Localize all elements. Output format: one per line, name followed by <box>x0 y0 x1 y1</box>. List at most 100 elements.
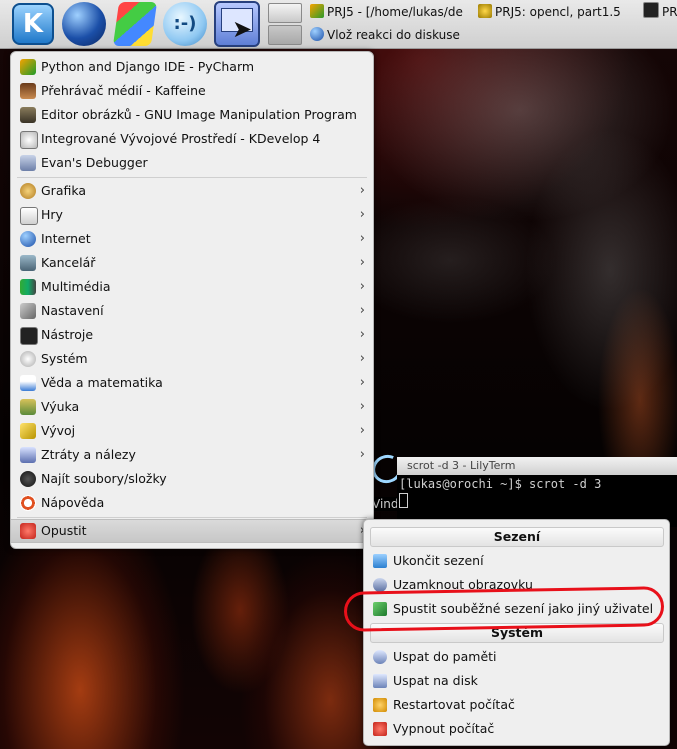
terminal-cursor <box>399 493 408 508</box>
menu-category-nastroje[interactable]: Nástroje › <box>11 323 373 347</box>
menu-item-find-files[interactable]: Najít soubory/složky <box>11 467 373 491</box>
menu-item-label: Nápověda <box>41 495 105 510</box>
pointer-screen-icon[interactable]: ➤ <box>214 1 260 47</box>
menu-item-label: Uspat na disk <box>393 673 478 688</box>
pycharm-icon <box>20 59 36 75</box>
menu-item-suspend-ram[interactable]: Uspat do paměti <box>364 645 669 669</box>
menu-item-label: Integrované Vývojové Prostředí - KDevelo… <box>41 131 321 146</box>
menu-item-label: Kancelář <box>41 255 96 270</box>
chat-bubble-icon[interactable]: :-) <box>163 2 207 46</box>
menu-item-kaffeine[interactable]: Přehrávač médií - Kaffeine <box>11 79 373 103</box>
kaffeine-icon <box>20 83 36 99</box>
terminal-prompt-line: [lukas@orochi ~]$ scrot -d 3 <box>399 477 602 491</box>
taskbar: K :-) ➤ PRJ5 - [/home/lukas/de PRJ5: ope… <box>0 0 677 49</box>
menu-category-kancelar[interactable]: Kancelář › <box>11 251 373 275</box>
firefox-globe-icon[interactable] <box>62 2 106 46</box>
terminal-icon <box>643 2 659 18</box>
windows-logo-icon[interactable] <box>112 2 158 46</box>
menu-item-restart[interactable]: Restartovat počítač <box>364 693 669 717</box>
menu-item-label: Internet <box>41 231 91 246</box>
task-label: PRJ5 - [/home/lukas/de <box>327 5 463 19</box>
menu-item-label: Systém <box>41 351 88 366</box>
menu-item-label: Uspat do paměti <box>393 649 497 664</box>
menu-category-vyuka[interactable]: Výuka › <box>11 395 373 419</box>
graphics-icon <box>20 183 36 199</box>
task-pycharm[interactable]: PRJ5 - [/home/lukas/de <box>308 2 468 22</box>
terminal-titlebar[interactable]: scrot -d 3 - LilyTerm <box>397 457 677 475</box>
suspend-ram-icon <box>373 650 387 664</box>
menu-item-evans-debugger[interactable]: Evan's Debugger <box>11 151 373 175</box>
restart-icon <box>373 698 387 712</box>
education-icon <box>20 399 36 415</box>
menu-item-label: Vypnout počítač <box>393 721 495 736</box>
menu-category-internet[interactable]: Internet › <box>11 227 373 251</box>
menu-item-shutdown[interactable]: Vypnout počítač <box>364 717 669 741</box>
cursor-arrow-icon: ➤ <box>232 15 253 43</box>
firefox-globe-icon <box>310 27 324 41</box>
menu-item-label: Multimédia <box>41 279 111 294</box>
submenu-arrow-icon: › <box>359 399 365 414</box>
task-terminal[interactable]: PRJ <box>641 2 677 22</box>
lock-screen-icon <box>373 578 387 592</box>
submenu-arrow-icon: › <box>359 303 365 318</box>
menu-item-label: Opustit <box>41 523 87 538</box>
binoculars-icon <box>20 471 36 487</box>
gimp-icon <box>20 107 36 123</box>
logout-icon <box>373 554 387 568</box>
debugger-icon <box>20 155 36 171</box>
menu-item-label: Nastavení <box>41 303 104 318</box>
internet-icon <box>20 231 36 247</box>
menu-item-pycharm[interactable]: Python and Django IDE - PyCharm <box>11 55 373 79</box>
menu-item-help[interactable]: Nápověda <box>11 491 373 515</box>
application-menu: Python and Django IDE - PyCharm Přehráva… <box>10 51 374 549</box>
settings-icon <box>20 303 36 319</box>
kde-kmenu-icon[interactable]: K <box>12 3 54 45</box>
help-icon <box>20 495 36 511</box>
menu-item-gimp[interactable]: Editor obrázků - GNU Image Manipulation … <box>11 103 373 127</box>
menu-category-vyvoj[interactable]: Vývoj › <box>11 419 373 443</box>
menu-item-label: Vývoj <box>41 423 76 438</box>
submenu-arrow-icon: › <box>359 231 365 246</box>
kdevelop-icon <box>20 131 38 149</box>
submenu-arrow-icon: › <box>359 375 365 390</box>
task-kdevelop[interactable]: PRJ5: opencl, part1.5 <box>476 2 636 22</box>
menu-item-label: Evan's Debugger <box>41 155 148 170</box>
section-header-session: Sezení <box>370 527 664 547</box>
menu-item-label: Editor obrázků - GNU Image Manipulation … <box>41 107 357 122</box>
menu-category-multimedia[interactable]: Multimédia › <box>11 275 373 299</box>
menu-item-hibernate[interactable]: Uspat na disk <box>364 669 669 693</box>
submenu-arrow-icon: › <box>359 351 365 366</box>
menu-separator <box>17 517 367 518</box>
desktop-pager-1[interactable] <box>268 3 302 23</box>
menu-category-grafika[interactable]: Grafika › <box>11 179 373 203</box>
science-icon <box>20 375 36 391</box>
system-icon <box>20 351 36 367</box>
menu-item-label: Najít soubory/složky <box>41 471 167 486</box>
menu-item-quit[interactable]: Opustit› <box>11 519 373 543</box>
menu-item-logout[interactable]: Ukončit sezení <box>364 549 669 573</box>
development-icon <box>20 423 36 439</box>
menu-category-system[interactable]: Systém › <box>11 347 373 371</box>
menu-item-kdevelop[interactable]: Integrované Vývojové Prostředí - KDevelo… <box>11 127 373 151</box>
quit-icon <box>20 523 36 539</box>
menu-category-nastaveni[interactable]: Nastavení › <box>11 299 373 323</box>
quit-submenu: Sezení Ukončit sezení Uzamknout obrazovk… <box>363 519 670 746</box>
menu-item-label: Grafika <box>41 183 87 198</box>
menu-item-label: Věda a matematika <box>41 375 163 390</box>
lost-found-icon <box>20 447 36 463</box>
hibernate-icon <box>373 674 387 688</box>
terminal-window[interactable]: scrot -d 3 - LilyTerm [lukas@orochi ~]$ … <box>397 457 677 527</box>
menu-item-label: Ztráty a nálezy <box>41 447 136 462</box>
submenu-arrow-icon: › <box>359 279 365 294</box>
menu-category-ztraty[interactable]: Ztráty a nálezy › <box>11 443 373 467</box>
menu-category-veda[interactable]: Věda a matematika › <box>11 371 373 395</box>
tools-icon <box>20 327 38 345</box>
red-highlight-circle <box>343 586 665 632</box>
task-firefox[interactable]: Vlož reakci do diskuse <box>308 25 470 45</box>
games-icon <box>20 207 38 225</box>
submenu-arrow-icon: › <box>359 255 365 270</box>
desktop-pager-2[interactable] <box>268 25 302 45</box>
shutdown-icon <box>373 722 387 736</box>
office-icon <box>20 255 36 271</box>
menu-category-hry[interactable]: Hry › <box>11 203 373 227</box>
